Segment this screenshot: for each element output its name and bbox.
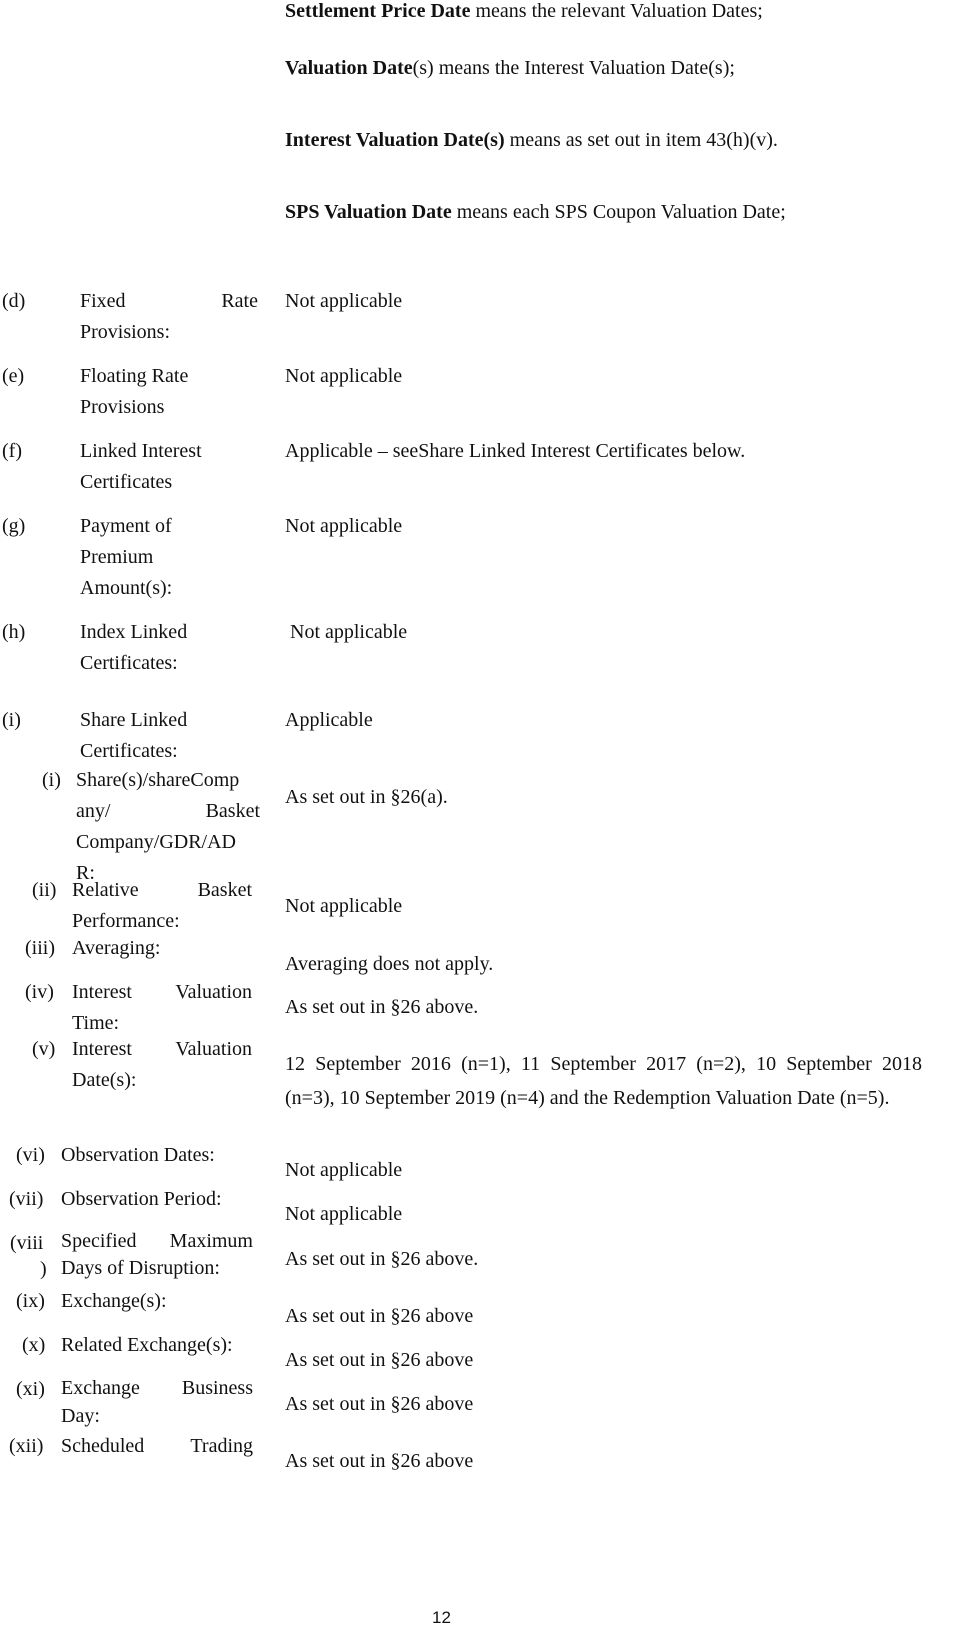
item-value: Not applicable <box>285 290 403 312</box>
subitem-label: Scheduled Trading <box>61 1435 253 1457</box>
subitem-label: Interest Valuation Date(s): <box>72 1038 252 1091</box>
subitem-key: (vii) <box>9 1188 44 1210</box>
item-key: (i) <box>2 709 21 731</box>
subitem-label: Interest Valuation Time: <box>72 981 252 1034</box>
subitem-value: Not applicable <box>285 895 403 917</box>
subitem-value: As set out in §26 above. <box>285 1248 479 1270</box>
subitem-value: As set out in §26 above. <box>285 996 479 1018</box>
subitem-key: (i) <box>42 769 61 791</box>
item-label: Share Linked Certificates: <box>80 709 188 762</box>
subitem-key: (x) <box>22 1334 46 1356</box>
subitem-key: (ii) <box>32 879 57 901</box>
subitem-value: As set out in §26 above <box>285 1349 474 1371</box>
subitem-label: Specified Maximum Days of Disruption: <box>61 1230 253 1279</box>
subitem-key-continuation: ) <box>40 1258 47 1280</box>
subitem-key: (xi) <box>16 1378 45 1400</box>
page-number: 12 <box>432 1608 451 1627</box>
subitem-value: Not applicable <box>285 1203 403 1225</box>
subitem-label: Averaging: <box>72 937 161 959</box>
item-label: Fixed Rate Provisions: <box>80 290 258 343</box>
definition-term: Interest Valuation Date(s) <box>285 129 505 151</box>
item-key: (e) <box>2 365 25 387</box>
definition-text: means each SPS Coupon Valuation Date; <box>451 201 786 223</box>
subitem-value: As set out in §26 above <box>285 1450 474 1472</box>
item-label: Payment of Premium Amount(s): <box>80 515 173 599</box>
subitem-label: Relative Basket Performance: <box>72 879 252 932</box>
subitem-value: As set out in §26 above <box>285 1393 474 1415</box>
definition-term: Settlement Price Date <box>285 0 471 22</box>
subitem-key: (ix) <box>16 1290 45 1312</box>
definition-term-suffix: (s) <box>412 57 434 79</box>
definition-text: means the Interest Valuation Date(s); <box>433 57 735 79</box>
subitem-key: (v) <box>32 1038 56 1060</box>
subitem-label: Exchange Business Day: <box>61 1377 253 1427</box>
subitem-label: Observation Period: <box>61 1188 222 1210</box>
subitem-key: (vi) <box>16 1144 45 1166</box>
item-label: Floating Rate Provisions <box>80 365 189 418</box>
subitem-label: Exchange(s): <box>61 1290 167 1312</box>
definition-settlement-price-date: Settlement Price Date means the relevant… <box>285 0 763 27</box>
item-key: (d) <box>2 290 26 312</box>
subitem-label: Share(s)/shareComp any/Basket Company/GD… <box>76 769 260 884</box>
item-key: (h) <box>2 621 26 643</box>
item-key: (f) <box>2 440 22 462</box>
item-value: Not applicable <box>290 621 408 643</box>
definition-text: means the relevant Valuation Dates; <box>470 0 763 22</box>
subitem-value: As set out in §26 above <box>285 1305 474 1327</box>
item-value: Not applicable <box>285 515 403 537</box>
item-label: Linked Interest Certificates <box>80 440 202 493</box>
item-value: Not applicable <box>285 365 403 387</box>
definition-text: means as set out in item 43(h)(v). <box>504 129 778 151</box>
definition-term: SPS Valuation Date <box>285 201 452 223</box>
subitem-value: As set out in §26(a). <box>285 786 448 808</box>
subitem-key: (iv) <box>25 981 54 1003</box>
subitem-label: Related Exchange(s): <box>61 1334 233 1356</box>
subitem-value: Not applicable <box>285 1159 403 1181</box>
definition-term: Valuation Date <box>285 57 413 79</box>
item-value: Applicable – seeShare Linked Interest Ce… <box>285 440 746 462</box>
subitem-key: (viii <box>10 1232 44 1254</box>
subitem-value: Averaging does not apply. <box>285 953 494 975</box>
subitem-key: (iii) <box>25 937 55 959</box>
subitem-key: (xii) <box>9 1435 44 1457</box>
subitem-label: Observation Dates: <box>61 1144 215 1166</box>
definition-valuation-dates: Valuation Date(s) means the Interest Val… <box>285 53 735 84</box>
item-label: Index Linked Certificates: <box>80 621 188 674</box>
item-key: (g) <box>2 515 26 537</box>
subitem-value: 12 September 2016 (n=1), 11 September 20… <box>285 1053 922 1109</box>
item-value: Applicable <box>285 709 373 731</box>
definition-sps-valuation-date: SPS Valuation Date means each SPS Coupon… <box>285 197 786 228</box>
definition-interest-valuation-dates: Interest Valuation Date(s) means as set … <box>285 125 778 156</box>
